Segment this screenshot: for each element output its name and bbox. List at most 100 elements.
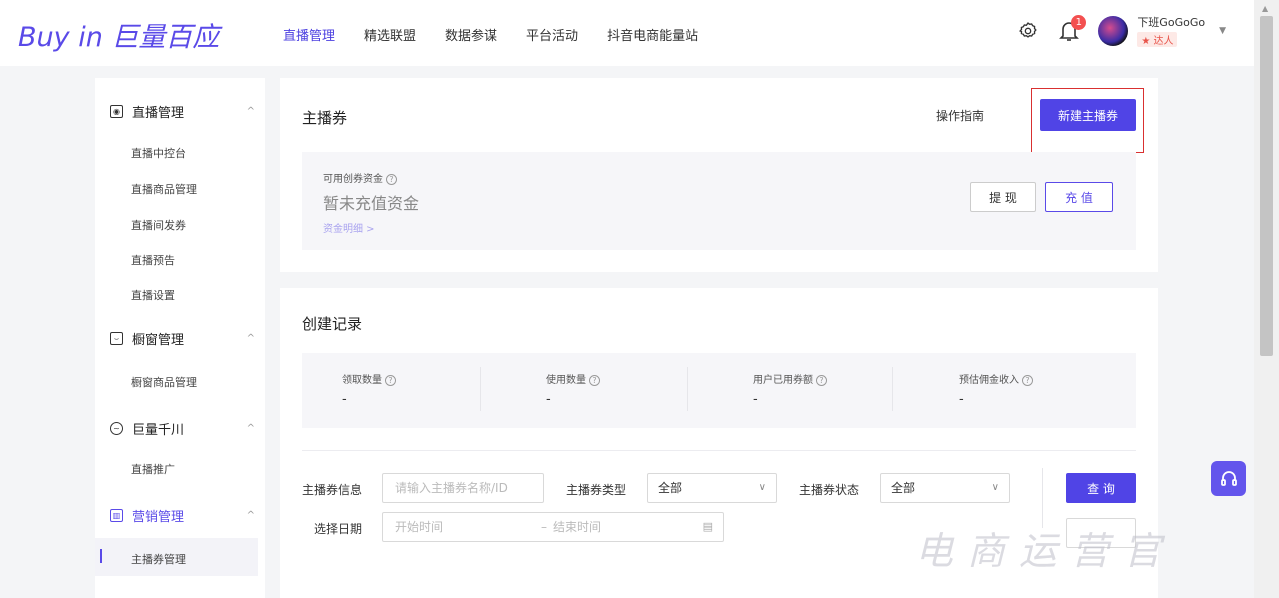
nav-platform-activity[interactable]: 平台活动 <box>526 25 578 44</box>
watermark: 电商运营官 <box>915 529 1176 573</box>
recharge-button[interactable]: 充 值 <box>1045 182 1113 212</box>
logo-prefix: Buy in <box>18 22 103 53</box>
stat-label: 使用数量 <box>546 375 586 386</box>
coupon-card: 主播券 操作指南 新建主播券 可用创券资金? 暂未充值资金 资金明细 > 提 现… <box>280 78 1158 272</box>
nav-energy-station[interactable]: 抖音电商能量站 <box>607 25 698 44</box>
chevron-up-icon: ^ <box>246 106 255 117</box>
sidebar-group-marketing[interactable]: ▥ 营销管理 ^ <box>110 506 255 525</box>
sidebar-item-coupon-management[interactable]: 主播券管理 <box>131 551 186 567</box>
sidebar: ◉ 直播管理 ^ 直播中控台 直播商品管理 直播间发券 直播预告 直播设置 ⌣ … <box>95 78 265 598</box>
sidebar-group-qianchuan[interactable]: ~ 巨量千川 ^ <box>110 419 255 438</box>
divider <box>687 367 688 411</box>
coupon-info-label: 主播券信息 <box>302 483 363 497</box>
fund-label-text: 可用创券资金 <box>323 174 383 185</box>
nav-selected-alliance[interactable]: 精选联盟 <box>364 25 416 44</box>
fund-panel: 可用创券资金? 暂未充值资金 资金明细 > 提 现 充 值 <box>302 152 1136 250</box>
user-role-badge: ★ 达人 <box>1137 32 1178 47</box>
scroll-up-arrow-icon[interactable]: ▲ <box>1262 4 1268 13</box>
divider <box>1042 468 1043 528</box>
sidebar-item-live-settings[interactable]: 直播设置 <box>131 287 175 303</box>
sidebar-group-showcase[interactable]: ⌣ 橱窗管理 ^ <box>110 329 255 348</box>
showcase-icon: ⌣ <box>110 332 123 345</box>
calendar-icon: ▤ <box>702 520 713 533</box>
stat-label: 领取数量 <box>342 375 382 386</box>
fund-details-link[interactable]: 资金明细 > <box>323 220 375 235</box>
main-nav: 直播管理 精选联盟 数据参谋 平台活动 抖音电商能量站 <box>283 25 727 44</box>
user-name: 下班GoGoGo <box>1137 16 1206 29</box>
stat-used: 使用数量? - <box>546 371 600 407</box>
coupon-type-select[interactable]: 全部 ∨ <box>647 473 777 503</box>
date-start-placeholder: 开始时间 <box>395 520 444 534</box>
chevron-up-icon: ^ <box>246 510 255 521</box>
stat-label: 预估佣金收入 <box>959 375 1019 386</box>
top-navigation-bar: Buy in 巨量百应 直播管理 精选联盟 数据参谋 平台活动 抖音电商能量站 … <box>0 0 1254 66</box>
settings-icon[interactable] <box>1018 21 1038 41</box>
chevron-up-icon: ^ <box>246 333 255 344</box>
chevron-down-icon[interactable]: ▼ <box>1219 26 1226 36</box>
sidebar-group-live[interactable]: ◉ 直播管理 ^ <box>110 102 255 121</box>
scrollbar-thumb[interactable] <box>1260 16 1273 356</box>
page-title: 主播券 <box>302 109 348 127</box>
help-icon[interactable]: ? <box>386 173 397 185</box>
avatar[interactable] <box>1098 15 1129 46</box>
sidebar-item-live-console[interactable]: 直播中控台 <box>131 145 186 161</box>
headset-icon <box>1220 470 1237 486</box>
stat-value: - <box>342 392 347 407</box>
date-end-placeholder: 结束时间 <box>553 520 602 534</box>
withdraw-button[interactable]: 提 现 <box>970 182 1036 212</box>
stat-estimated-commission: 预估佣金收入? - <box>959 371 1033 407</box>
page-scrollbar[interactable]: ▲ <box>1254 0 1279 598</box>
sidebar-item-showcase-products[interactable]: 橱窗商品管理 <box>131 374 197 390</box>
coupon-status-value: 全部 <box>891 481 916 495</box>
stats-panel: 领取数量? - 使用数量? - 用户已用券额? - 预估佣金收入? - <box>302 353 1136 428</box>
top-right-tools: 1 下班GoGoGo ★ 达人 ▼ <box>1018 14 1226 47</box>
app-logo[interactable]: Buy in 巨量百应 <box>18 15 219 54</box>
date-label: 选择日期 <box>314 522 363 536</box>
coupon-type-label: 主播券类型 <box>566 483 627 497</box>
chevron-down-icon: ∨ <box>991 482 999 493</box>
user-info[interactable]: 下班GoGoGo ★ 达人 <box>1137 14 1205 47</box>
coupon-info-input[interactable]: 请输入主播券名称/ID <box>382 473 544 503</box>
sidebar-item-live-promotion[interactable]: 直播推广 <box>131 461 175 477</box>
divider <box>302 450 1136 451</box>
records-title: 创建记录 <box>302 315 363 333</box>
stat-label: 用户已用券额 <box>753 375 813 386</box>
fund-label: 可用创券资金? <box>323 170 397 185</box>
stat-claimed: 领取数量? - <box>342 371 396 407</box>
sidebar-group-label: 巨量千川 <box>132 423 185 438</box>
sidebar-item-live-coupons[interactable]: 直播间发券 <box>131 217 186 233</box>
nav-live-management[interactable]: 直播管理 <box>283 25 335 44</box>
highlight-box <box>1031 88 1144 153</box>
help-icon[interactable]: ? <box>385 374 396 386</box>
notification-bell[interactable]: 1 <box>1058 14 1087 43</box>
customer-service-button[interactable] <box>1211 461 1246 496</box>
notification-badge: 1 <box>1071 14 1087 30</box>
nav-data-advisor[interactable]: 数据参谋 <box>445 25 497 44</box>
live-icon: ◉ <box>110 105 123 118</box>
stat-value: - <box>753 392 758 407</box>
help-icon[interactable]: ? <box>1022 374 1033 386</box>
sidebar-item-live-products[interactable]: 直播商品管理 <box>131 181 197 197</box>
sidebar-active-indicator <box>100 549 102 563</box>
operation-guide-link[interactable]: 操作指南 <box>936 107 984 124</box>
date-range-picker[interactable]: 开始时间 – 结束时间 ▤ <box>382 512 724 542</box>
fund-value: 暂未充值资金 <box>323 194 420 213</box>
coupon-type-value: 全部 <box>658 481 683 495</box>
marketing-icon: ▥ <box>110 509 123 522</box>
chevron-up-icon: ^ <box>246 423 255 434</box>
coupon-status-select[interactable]: 全部 ∨ <box>880 473 1010 503</box>
stat-value: - <box>546 392 551 407</box>
query-button[interactable]: 查 询 <box>1066 473 1136 503</box>
date-separator: – <box>541 520 547 534</box>
sidebar-group-label: 直播管理 <box>132 106 185 121</box>
help-icon[interactable]: ? <box>816 374 827 386</box>
divider <box>480 367 481 411</box>
coupon-status-label: 主播券状态 <box>799 483 860 497</box>
sidebar-item-live-preview[interactable]: 直播预告 <box>131 252 175 268</box>
qianchuan-icon: ~ <box>110 422 123 435</box>
sidebar-group-label: 橱窗管理 <box>132 333 185 348</box>
help-icon[interactable]: ? <box>589 374 600 386</box>
chevron-down-icon: ∨ <box>758 482 766 493</box>
divider <box>892 367 893 411</box>
logo-brand: 巨量百应 <box>111 22 220 53</box>
